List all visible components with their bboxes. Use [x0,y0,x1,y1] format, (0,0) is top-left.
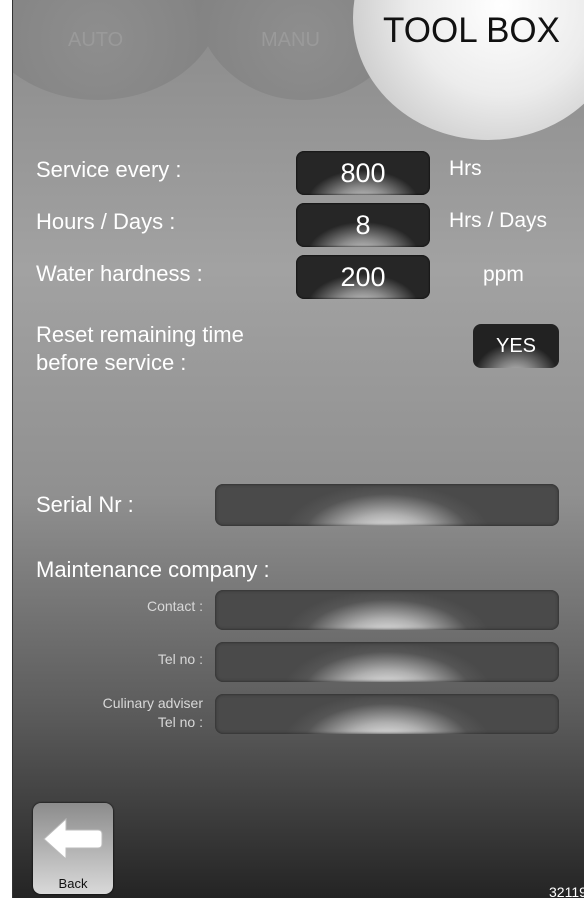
reset-yes-button[interactable]: YES [473,324,559,368]
culinary-adviser-tel-field[interactable] [215,694,559,734]
service-every-unit: Hrs [449,157,482,180]
hours-days-field[interactable]: 8 [296,203,430,247]
tab-toolbox-label: TOOL BOX [383,11,560,50]
tab-auto-label: AUTO [68,29,124,51]
maintenance-heading: Maintenance company : [36,557,270,582]
service-every-field[interactable]: 800 [296,151,430,195]
tab-toolbox[interactable]: TOOL BOX [353,0,584,140]
reset-label-line1: Reset remaining time [36,322,244,347]
tel-no-label: Tel no : [157,651,203,667]
tel-no-field[interactable] [215,642,559,682]
culinary-adviser-label-line2: Tel no : [157,714,203,730]
water-hardness-label: Water hardness : [36,261,203,286]
contact-field[interactable] [215,590,559,630]
tab-manu-label: MANU [261,29,320,51]
hours-days-unit: Hrs / Days [449,209,548,232]
tab-auto[interactable]: AUTO [13,0,223,100]
tool-box-screen: AUTO MANU TOOL BOX Service every : 800 H… [12,0,584,898]
contact-label: Contact : [146,598,203,614]
culinary-adviser-label-line1: Culinary adviser [102,695,203,711]
image-reference-number: 32119 [549,884,584,898]
back-arrow-icon [43,817,103,861]
back-button[interactable]: Back [33,803,113,894]
reset-label-line2: before service : [36,350,187,375]
serial-nr-label: Serial Nr : [36,492,134,517]
back-label: Back [58,876,88,891]
serial-nr-field[interactable] [215,484,559,526]
water-hardness-field[interactable]: 200 [296,255,430,299]
water-hardness-unit: ppm [483,263,524,286]
hours-days-label: Hours / Days : [36,209,176,234]
service-every-label: Service every : [36,157,182,182]
